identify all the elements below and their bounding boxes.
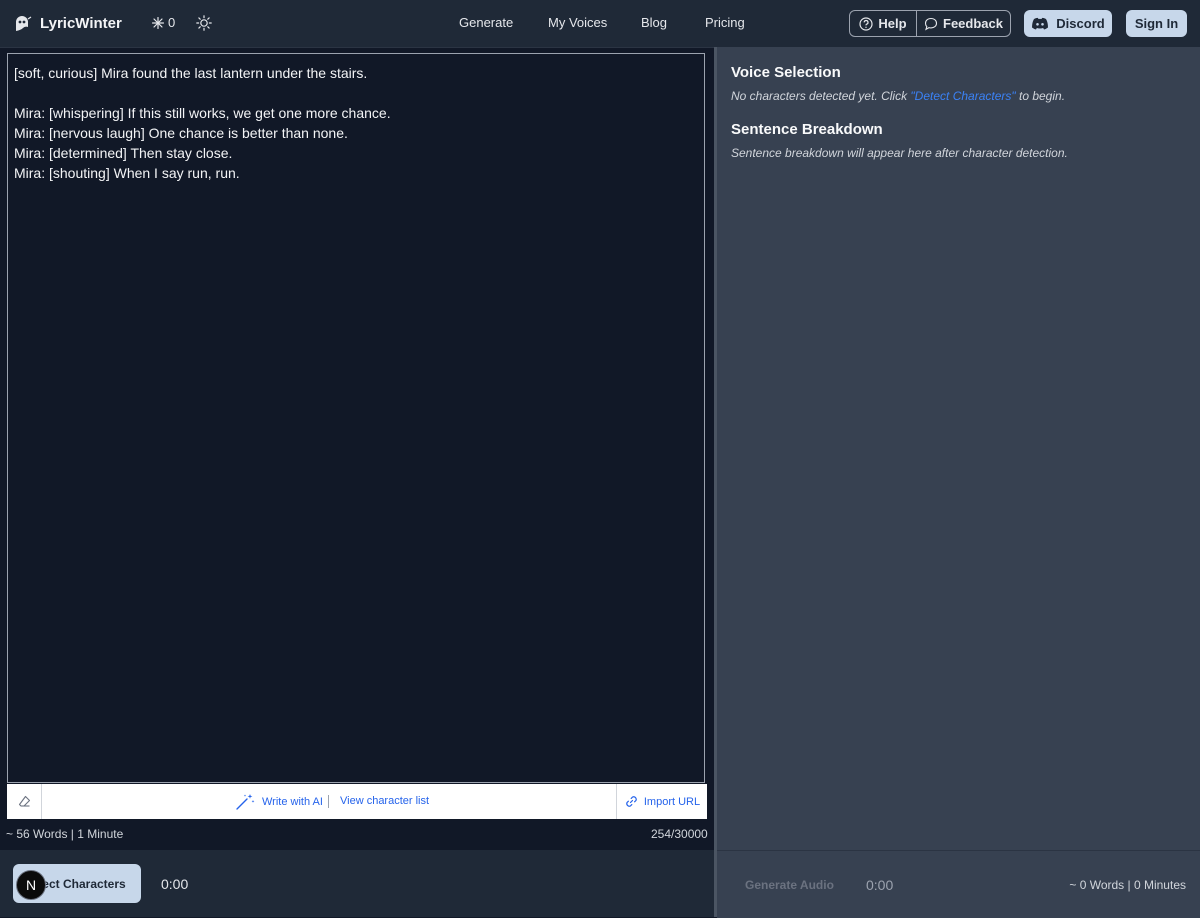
toolbar-divider xyxy=(328,795,329,808)
sun-icon[interactable] xyxy=(196,15,212,31)
help-button[interactable]: Help xyxy=(850,11,917,36)
credits-counter[interactable]: 0 xyxy=(152,15,175,30)
help-circle-icon xyxy=(859,16,874,31)
help-label: Help xyxy=(878,16,907,31)
magic-wand-icon xyxy=(236,794,255,810)
output-stats: ~ 0 Words | 0 Minutes xyxy=(1069,878,1186,892)
editor-line: Mira: [shouting] When I say run, run. xyxy=(14,165,240,181)
avatar-letter: N xyxy=(25,877,37,893)
feedback-button[interactable]: Feedback xyxy=(917,11,1010,36)
link-icon xyxy=(626,796,637,807)
nav-pricing[interactable]: Pricing xyxy=(705,15,745,30)
editor-toolbar: Write with AI View character list Import… xyxy=(7,784,707,819)
write-with-ai-button[interactable]: Write with AI xyxy=(235,793,323,811)
brand-name: LyricWinter xyxy=(40,14,122,32)
view-character-list-link[interactable]: View character list xyxy=(340,795,429,807)
feedback-label: Feedback xyxy=(943,16,1003,31)
nav-my-voices[interactable]: My Voices xyxy=(548,15,607,30)
write-with-ai-label: Write with AI xyxy=(262,796,323,808)
detect-characters-label: ect Characters xyxy=(42,876,126,891)
editor-line: [soft, curious] Mira found the last lant… xyxy=(14,65,368,81)
sentence-breakdown-message: Sentence breakdown will appear here afte… xyxy=(731,146,1068,160)
discord-button[interactable]: Discord xyxy=(1024,10,1112,37)
nav-generate[interactable]: Generate xyxy=(459,15,513,30)
editor-line: Mira: [determined] Then stay close. xyxy=(14,145,233,161)
voice-selection-title: Voice Selection xyxy=(731,64,841,81)
sign-in-label: Sign In xyxy=(1134,16,1179,31)
voice-panel: Voice Selection No characters detected y… xyxy=(717,47,1200,850)
voice-selection-message: No characters detected yet. Click "Detec… xyxy=(731,89,1065,103)
ghost-logo-icon xyxy=(16,16,32,31)
nav-blog[interactable]: Blog xyxy=(641,15,667,30)
help-feedback-group: Help Feedback xyxy=(849,10,1011,37)
avatar[interactable]: N xyxy=(16,870,46,900)
character-count: 254/30000 xyxy=(651,827,708,841)
voice-msg-after: to begin. xyxy=(1015,89,1066,103)
left-action-bar: ect Characters N 0:00 xyxy=(0,850,714,917)
generate-audio-button[interactable]: Generate Audio xyxy=(745,878,834,892)
discord-label: Discord xyxy=(1056,16,1105,31)
script-editor[interactable]: [soft, curious] Mira found the last lant… xyxy=(7,53,705,783)
sign-in-button[interactable]: Sign In xyxy=(1126,10,1187,37)
voice-msg-before: No characters detected yet. Click xyxy=(731,89,911,103)
sentence-breakdown-title: Sentence Breakdown xyxy=(731,121,883,138)
audio-time: 0:00 xyxy=(866,877,894,893)
eraser-icon xyxy=(18,795,30,807)
import-url-button[interactable]: Import URL xyxy=(616,784,708,819)
import-url-label: Import URL xyxy=(643,795,701,808)
playback-time: 0:00 xyxy=(161,876,189,892)
snowflake-icon xyxy=(152,16,164,29)
editor-line: Mira: [whispering] If this still works, … xyxy=(14,105,391,121)
discord-icon xyxy=(1032,17,1049,30)
detect-characters-link[interactable]: "Detect Characters" xyxy=(910,89,1015,103)
chat-bubble-icon xyxy=(924,17,938,30)
clear-button[interactable] xyxy=(7,784,42,819)
right-action-bar: Generate Audio 0:00 ~ 0 Words | 0 Minute… xyxy=(717,850,1200,918)
credits-value: 0 xyxy=(168,15,176,30)
top-header: LyricWinter 0 Generate My Voices Blog Pr… xyxy=(0,0,1200,48)
brand-logo[interactable]: LyricWinter xyxy=(12,13,122,33)
editor-line: Mira: [nervous laugh] One chance is bett… xyxy=(14,125,348,141)
word-count-stats: ~ 56 Words | 1 Minute xyxy=(6,827,124,841)
